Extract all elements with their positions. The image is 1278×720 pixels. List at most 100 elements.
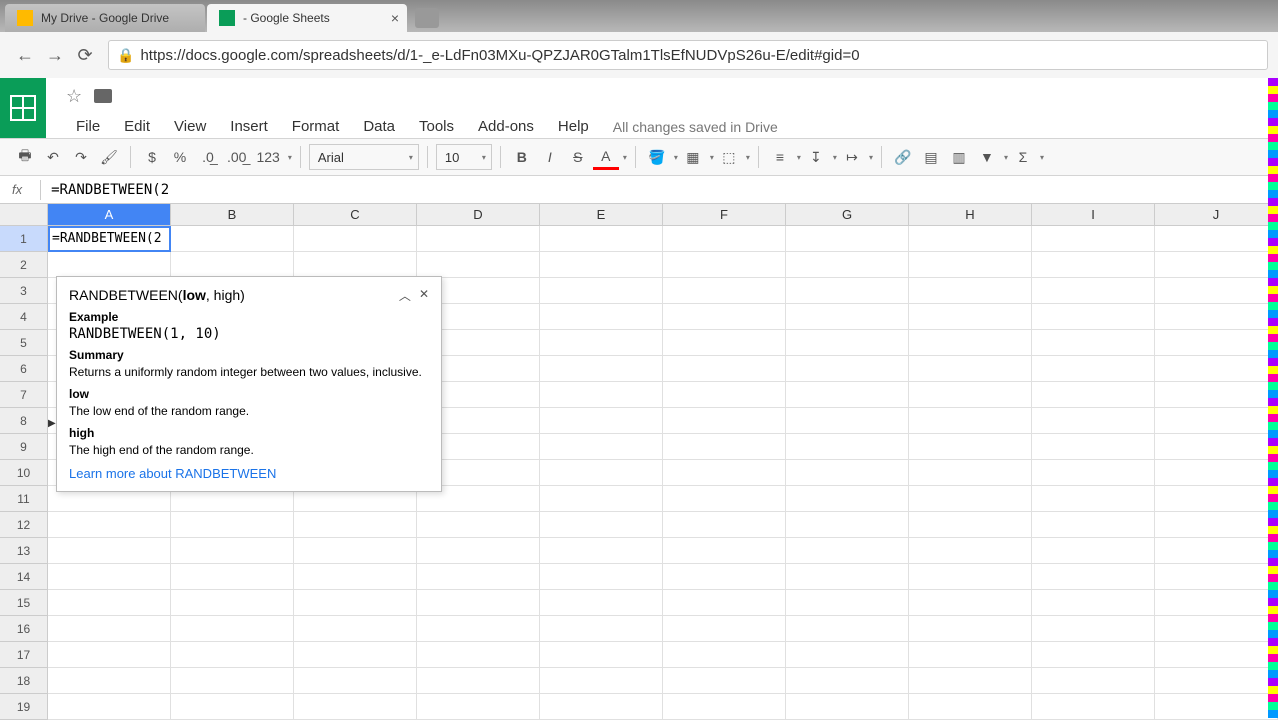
cell[interactable]: [1032, 564, 1155, 590]
cell[interactable]: [1032, 616, 1155, 642]
cell[interactable]: [663, 564, 786, 590]
chevron-down-icon[interactable]: ▾: [833, 153, 837, 162]
cell[interactable]: [540, 304, 663, 330]
cell[interactable]: [171, 538, 294, 564]
cell[interactable]: [540, 382, 663, 408]
chevron-down-icon[interactable]: ▾: [746, 153, 750, 162]
cell[interactable]: [1155, 512, 1278, 538]
cell[interactable]: [171, 590, 294, 616]
cell[interactable]: [663, 408, 786, 434]
cell[interactable]: [540, 434, 663, 460]
cell[interactable]: [663, 330, 786, 356]
h-align-button[interactable]: ≡: [767, 144, 793, 170]
cell[interactable]: [786, 590, 909, 616]
cell[interactable]: [294, 694, 417, 720]
cell[interactable]: [909, 590, 1032, 616]
cell[interactable]: [909, 278, 1032, 304]
cell[interactable]: [1032, 226, 1155, 252]
bold-button[interactable]: B: [509, 144, 535, 170]
cell[interactable]: [540, 486, 663, 512]
redo-button[interactable]: ↷: [68, 144, 94, 170]
chevron-down-icon[interactable]: ▾: [623, 153, 627, 162]
cell[interactable]: [786, 564, 909, 590]
currency-button[interactable]: $: [139, 144, 165, 170]
chevron-down-icon[interactable]: ▾: [869, 153, 873, 162]
row-header[interactable]: 5: [0, 330, 48, 356]
cell[interactable]: [294, 538, 417, 564]
cell[interactable]: [417, 512, 540, 538]
cell[interactable]: [663, 226, 786, 252]
col-header-g[interactable]: G: [786, 204, 909, 226]
cell[interactable]: [786, 616, 909, 642]
fill-color-button[interactable]: 🪣: [644, 144, 670, 170]
strikethrough-button[interactable]: S: [565, 144, 591, 170]
cell[interactable]: [786, 538, 909, 564]
cell[interactable]: [909, 226, 1032, 252]
reload-button[interactable]: ⟳: [70, 40, 100, 70]
row-header[interactable]: 6: [0, 356, 48, 382]
cell[interactable]: [1032, 460, 1155, 486]
cell[interactable]: [1032, 694, 1155, 720]
cell[interactable]: [294, 252, 417, 278]
cell[interactable]: [540, 668, 663, 694]
cell[interactable]: [786, 304, 909, 330]
cell[interactable]: [540, 512, 663, 538]
row-header[interactable]: 15: [0, 590, 48, 616]
chevron-down-icon[interactable]: ▾: [710, 153, 714, 162]
cell[interactable]: [1032, 252, 1155, 278]
cell[interactable]: [1032, 356, 1155, 382]
select-all-corner[interactable]: [0, 204, 48, 226]
cell[interactable]: [909, 252, 1032, 278]
cell[interactable]: [540, 408, 663, 434]
formula-input[interactable]: =RANDBETWEEN(2: [51, 182, 169, 198]
cell[interactable]: [540, 590, 663, 616]
font-select[interactable]: Arial: [309, 144, 419, 170]
cell[interactable]: [1032, 512, 1155, 538]
cell[interactable]: [663, 382, 786, 408]
cell[interactable]: [909, 408, 1032, 434]
cell[interactable]: [786, 408, 909, 434]
cell[interactable]: [786, 512, 909, 538]
row-header[interactable]: 7: [0, 382, 48, 408]
cell[interactable]: [171, 616, 294, 642]
cell[interactable]: [786, 460, 909, 486]
col-header-c[interactable]: C: [294, 204, 417, 226]
cell[interactable]: [294, 642, 417, 668]
row-header[interactable]: 8: [0, 408, 48, 434]
cell[interactable]: [1155, 694, 1278, 720]
cell[interactable]: [417, 642, 540, 668]
cell[interactable]: [417, 590, 540, 616]
cell[interactable]: [663, 694, 786, 720]
cell[interactable]: [909, 434, 1032, 460]
cell[interactable]: [540, 616, 663, 642]
cell[interactable]: [1155, 304, 1278, 330]
cell[interactable]: [909, 694, 1032, 720]
cell[interactable]: [663, 668, 786, 694]
cell[interactable]: [1155, 226, 1278, 252]
col-header-a[interactable]: A: [48, 204, 171, 226]
insert-comment-button[interactable]: ▤: [918, 144, 944, 170]
row-header[interactable]: 4: [0, 304, 48, 330]
cell[interactable]: [540, 694, 663, 720]
row-header[interactable]: 11: [0, 486, 48, 512]
cell[interactable]: [1155, 356, 1278, 382]
row-header[interactable]: 9: [0, 434, 48, 460]
col-header-f[interactable]: F: [663, 204, 786, 226]
cell[interactable]: [48, 590, 171, 616]
italic-button[interactable]: I: [537, 144, 563, 170]
cell[interactable]: [540, 226, 663, 252]
menu-addons[interactable]: Add-ons: [468, 114, 544, 139]
text-wrap-button[interactable]: ↦: [839, 144, 865, 170]
print-button[interactable]: 🖶: [12, 144, 38, 170]
cell[interactable]: [663, 252, 786, 278]
row-header[interactable]: 14: [0, 564, 48, 590]
cell[interactable]: [417, 564, 540, 590]
cell[interactable]: [663, 642, 786, 668]
menu-data[interactable]: Data: [353, 114, 405, 139]
menu-view[interactable]: View: [164, 114, 216, 139]
menu-edit[interactable]: Edit: [114, 114, 160, 139]
tab-drive[interactable]: My Drive - Google Drive: [5, 4, 205, 32]
cell[interactable]: [48, 642, 171, 668]
cell[interactable]: [1155, 590, 1278, 616]
cell[interactable]: [1155, 616, 1278, 642]
